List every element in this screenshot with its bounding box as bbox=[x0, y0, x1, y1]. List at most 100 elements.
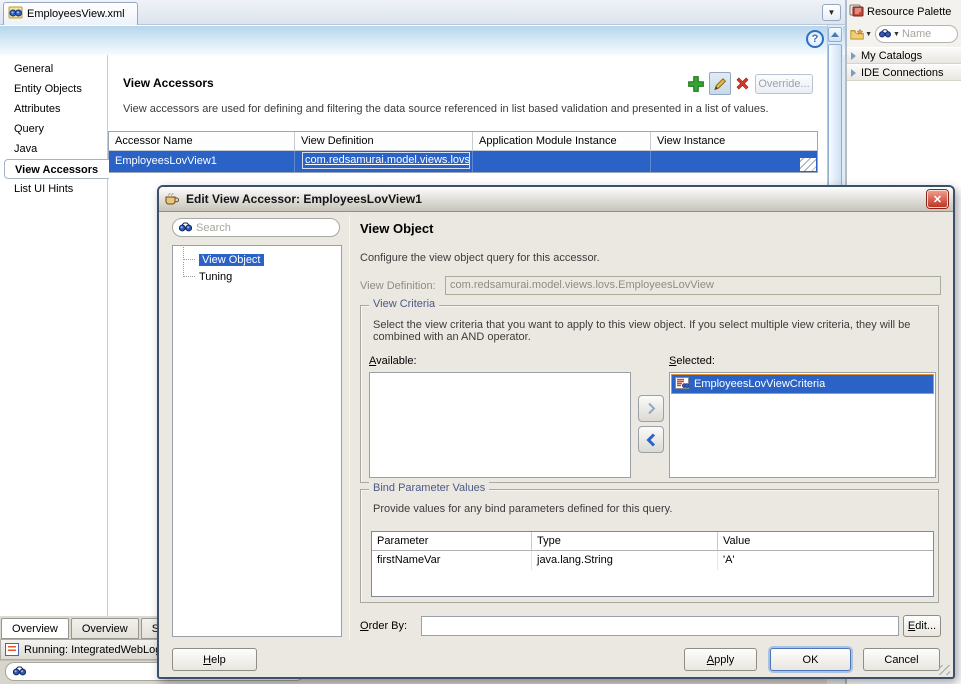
edit-accessor-button[interactable] bbox=[709, 72, 731, 95]
nav-item-general[interactable]: General bbox=[0, 59, 107, 79]
available-label: Available: bbox=[369, 355, 417, 367]
palette-search-box[interactable]: ▼ bbox=[875, 25, 958, 43]
resource-palette-header: Resource Palette bbox=[847, 0, 961, 23]
dialog-resize-grip[interactable] bbox=[939, 665, 950, 675]
view-criteria-group: View Criteria Select the view criteria t… bbox=[360, 298, 939, 483]
help-button[interactable]: Help bbox=[172, 648, 257, 671]
log-icon bbox=[5, 643, 19, 656]
expand-arrow-icon bbox=[851, 51, 856, 60]
tree-item-label: View Object bbox=[199, 253, 264, 266]
bind-parameter-values-group: Bind Parameter Values Provide values for… bbox=[360, 482, 939, 603]
help-icon[interactable]: ? bbox=[806, 30, 824, 48]
selected-criteria-label: EmployeesLovViewCriteria bbox=[694, 378, 826, 390]
palette-toolbar: ▼ ▼ bbox=[847, 23, 961, 47]
cell-parameter[interactable]: firstNameVar bbox=[372, 551, 532, 570]
scrollbar-up-arrow-icon[interactable] bbox=[828, 27, 842, 42]
cell-accessor-name[interactable]: EmployeesLovView1 bbox=[109, 151, 295, 172]
bind-parameters-header: Parameter Type Value bbox=[372, 532, 933, 551]
bind-parameters-description: Provide values for any bind parameters d… bbox=[373, 503, 673, 515]
cell-view-instance[interactable] bbox=[651, 151, 817, 172]
ok-button[interactable]: OK bbox=[770, 648, 851, 671]
column-header[interactable]: View Definition bbox=[295, 132, 473, 151]
order-by-input[interactable] bbox=[425, 620, 895, 632]
available-list[interactable] bbox=[369, 372, 631, 478]
dialog-panel-intro: Configure the view object query for this… bbox=[360, 252, 600, 264]
cell-view-definition[interactable]: com.redsamurai.model.views.lovs.Er bbox=[295, 151, 473, 172]
order-by-edit-button[interactable]: Edit... bbox=[903, 615, 941, 637]
editor-header-bar bbox=[0, 25, 845, 55]
table-row[interactable]: firstNameVar java.lang.String 'A' bbox=[372, 551, 933, 570]
nav-item-attributes[interactable]: Attributes bbox=[0, 99, 107, 119]
tab-label: EmployeesView.xml bbox=[27, 8, 125, 20]
selected-list[interactable]: EmployeesLovViewCriteria bbox=[669, 372, 936, 478]
edit-view-accessor-dialog: Edit View Accessor: EmployeesLovView1 ✕ … bbox=[157, 185, 955, 679]
view-criteria-icon bbox=[675, 376, 690, 392]
nav-item-entity-objects[interactable]: Entity Objects bbox=[0, 79, 107, 99]
table-resize-grip[interactable] bbox=[800, 158, 816, 171]
column-header[interactable]: Value bbox=[718, 532, 933, 551]
cell-type[interactable]: java.lang.String bbox=[532, 551, 718, 570]
editor-section-nav: General Entity Objects Attributes Query … bbox=[0, 55, 109, 616]
bind-parameter-values-legend: Bind Parameter Values bbox=[369, 482, 490, 494]
order-by-field[interactable] bbox=[421, 616, 899, 636]
status-text: Running: IntegratedWebLog bbox=[24, 643, 162, 656]
cell-app-module-instance[interactable] bbox=[473, 151, 651, 172]
nav-item-java[interactable]: Java bbox=[0, 139, 107, 159]
section-description: View accessors are used for defining and… bbox=[123, 103, 769, 115]
resource-palette-title: Resource Palette bbox=[867, 5, 952, 18]
cell-value[interactable]: 'A' bbox=[718, 551, 933, 570]
shuttle-left-button[interactable] bbox=[638, 426, 664, 453]
resource-palette-icon bbox=[849, 3, 864, 20]
accessors-table: Accessor Name View Definition Applicatio… bbox=[108, 131, 818, 173]
order-by-label: Order By: bbox=[360, 620, 408, 632]
chevron-down-icon: ▼ bbox=[893, 30, 900, 38]
tree-item-tuning[interactable]: Tuning bbox=[173, 262, 341, 285]
tree-item-view-object[interactable]: View Object bbox=[173, 245, 341, 268]
add-accessor-icon[interactable] bbox=[687, 75, 705, 93]
delete-accessor-icon[interactable] bbox=[735, 76, 750, 91]
view-criteria-description: Select the view criteria that you want t… bbox=[373, 319, 911, 343]
binoculars-icon bbox=[12, 665, 27, 679]
section-my-catalogs[interactable]: My Catalogs bbox=[847, 47, 961, 64]
palette-name-input[interactable] bbox=[901, 28, 954, 40]
binoculars-icon bbox=[878, 28, 891, 41]
cancel-button[interactable]: Cancel bbox=[863, 648, 940, 671]
selected-criteria-item[interactable]: EmployeesLovViewCriteria bbox=[671, 374, 934, 394]
section-ide-connections[interactable]: IDE Connections bbox=[847, 64, 961, 81]
column-header[interactable]: Accessor Name bbox=[109, 132, 295, 151]
tab-list-dropdown-button[interactable]: ▼ bbox=[822, 4, 841, 21]
column-header[interactable]: View Instance bbox=[651, 132, 817, 151]
view-object-file-icon bbox=[8, 6, 23, 22]
column-header[interactable]: Application Module Instance bbox=[473, 132, 651, 151]
new-catalog-folder-icon[interactable]: ▼ bbox=[850, 25, 872, 43]
bind-parameters-table: Parameter Type Value firstNameVar java.l… bbox=[371, 531, 934, 597]
table-row-selected[interactable]: EmployeesLovView1 com.redsamurai.model.v… bbox=[109, 151, 817, 172]
tab-overview-2[interactable]: Overview bbox=[70, 618, 139, 639]
apply-button[interactable]: Apply bbox=[684, 648, 757, 671]
shuttle-right-button[interactable] bbox=[638, 395, 664, 422]
dialog-nav-tree: View Object Tuning bbox=[172, 245, 342, 637]
section-label: My Catalogs bbox=[861, 49, 923, 62]
dialog-search-input[interactable] bbox=[196, 221, 333, 234]
tab-employeesview-xml[interactable]: EmployeesView.xml bbox=[3, 2, 138, 25]
view-definition-cell-editor[interactable]: com.redsamurai.model.views.lovs.Er bbox=[302, 152, 470, 169]
dialog-title: Edit View Accessor: EmployeesLovView1 bbox=[186, 192, 422, 206]
override-button[interactable]: Override... bbox=[755, 74, 813, 94]
tab-overview-1[interactable]: Overview bbox=[1, 618, 69, 639]
nav-item-view-accessors[interactable]: View Accessors bbox=[4, 159, 109, 179]
nav-item-list-ui-hints[interactable]: List UI Hints bbox=[0, 179, 107, 199]
column-header[interactable]: Parameter bbox=[372, 532, 532, 551]
dialog-panel-title: View Object bbox=[360, 221, 434, 236]
dialog-search-box[interactable] bbox=[172, 218, 340, 237]
dialog-title-bar[interactable]: Edit View Accessor: EmployeesLovView1 ✕ bbox=[159, 187, 953, 212]
binoculars-icon bbox=[178, 221, 193, 235]
close-icon[interactable]: ✕ bbox=[927, 190, 948, 208]
view-definition-field: com.redsamurai.model.views.lovs.Employee… bbox=[445, 276, 941, 295]
section-label: IDE Connections bbox=[861, 66, 944, 79]
nav-item-query[interactable]: Query bbox=[0, 119, 107, 139]
java-coffee-icon bbox=[164, 191, 180, 208]
column-header[interactable]: Type bbox=[532, 532, 718, 551]
chevron-down-icon: ▼ bbox=[865, 30, 872, 38]
dialog-separator bbox=[349, 215, 350, 640]
section-heading: View Accessors bbox=[123, 76, 214, 90]
